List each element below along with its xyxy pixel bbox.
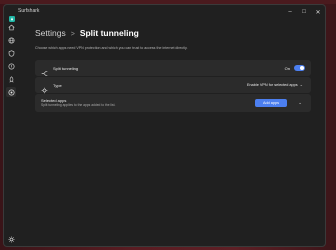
globe-icon: [7, 36, 15, 44]
type-row: Type Enable VPN for selected apps ⌄: [35, 77, 311, 94]
surfshark-logo-icon: [9, 9, 15, 22]
shield-icon: [8, 49, 14, 57]
app-title: Surfshark: [18, 8, 40, 14]
sidebar-item-alert[interactable]: [6, 61, 16, 71]
close-button[interactable]: ✕: [311, 5, 325, 19]
chevron-down-icon: ⌄: [299, 82, 303, 87]
sidebar-item-home[interactable]: [6, 22, 16, 32]
sidebar-item-locations[interactable]: [6, 35, 16, 45]
chevron-down-icon[interactable]: ⌄: [298, 100, 302, 106]
settings-content: Settings > Split tunneling Choose which …: [35, 28, 311, 112]
type-settings-icon: [41, 81, 48, 94]
minimize-button[interactable]: –: [283, 5, 297, 19]
selected-apps-title: Selected apps: [41, 97, 67, 103]
chevron-right-icon: >: [70, 31, 75, 38]
page-title: Split tunneling: [79, 28, 139, 38]
split-tunneling-label: Split tunneling: [53, 65, 79, 71]
type-label: Type: [53, 82, 62, 88]
sidebar-item-nexus[interactable]: [6, 74, 16, 84]
settings-icon: [7, 88, 15, 96]
split-tunnel-icon: [41, 64, 48, 76]
maximize-button[interactable]: □: [297, 5, 311, 19]
window-controls: – □ ✕: [283, 5, 325, 19]
type-select[interactable]: Enable VPN for selected apps ⌄: [245, 81, 305, 88]
page-description: Choose which apps need VPN protection an…: [35, 46, 188, 50]
alert-icon: [7, 62, 15, 70]
split-tunneling-toggle[interactable]: [294, 64, 305, 71]
toggle-knob: [300, 65, 304, 70]
home-icon: [7, 24, 15, 30]
sidebar-item-one[interactable]: [6, 48, 16, 58]
sidebar-item-preferences[interactable]: [6, 234, 16, 244]
sidebar-item-settings[interactable]: [6, 87, 16, 97]
add-apps-button[interactable]: Add apps: [255, 98, 287, 107]
sidebar-nav: [4, 19, 18, 246]
app-window: Surfshark – □ ✕ Settings > Split tunneli…: [3, 4, 326, 247]
breadcrumb-settings-link[interactable]: Settings: [35, 28, 66, 38]
rocket-icon: [8, 75, 14, 82]
toggle-state-label: On: [284, 65, 290, 71]
selected-apps-subtitle: Split tunneling applies to the apps adde…: [41, 103, 116, 107]
type-select-value: Enable VPN for selected apps: [246, 82, 298, 87]
split-tunneling-row: Split tunneling On: [35, 60, 311, 76]
selected-apps-row: Selected apps Split tunneling applies to…: [35, 94, 311, 112]
gear-icon: [8, 236, 14, 242]
title-bar: Surfshark – □ ✕: [4, 5, 325, 22]
breadcrumb: Settings > Split tunneling: [35, 28, 311, 40]
